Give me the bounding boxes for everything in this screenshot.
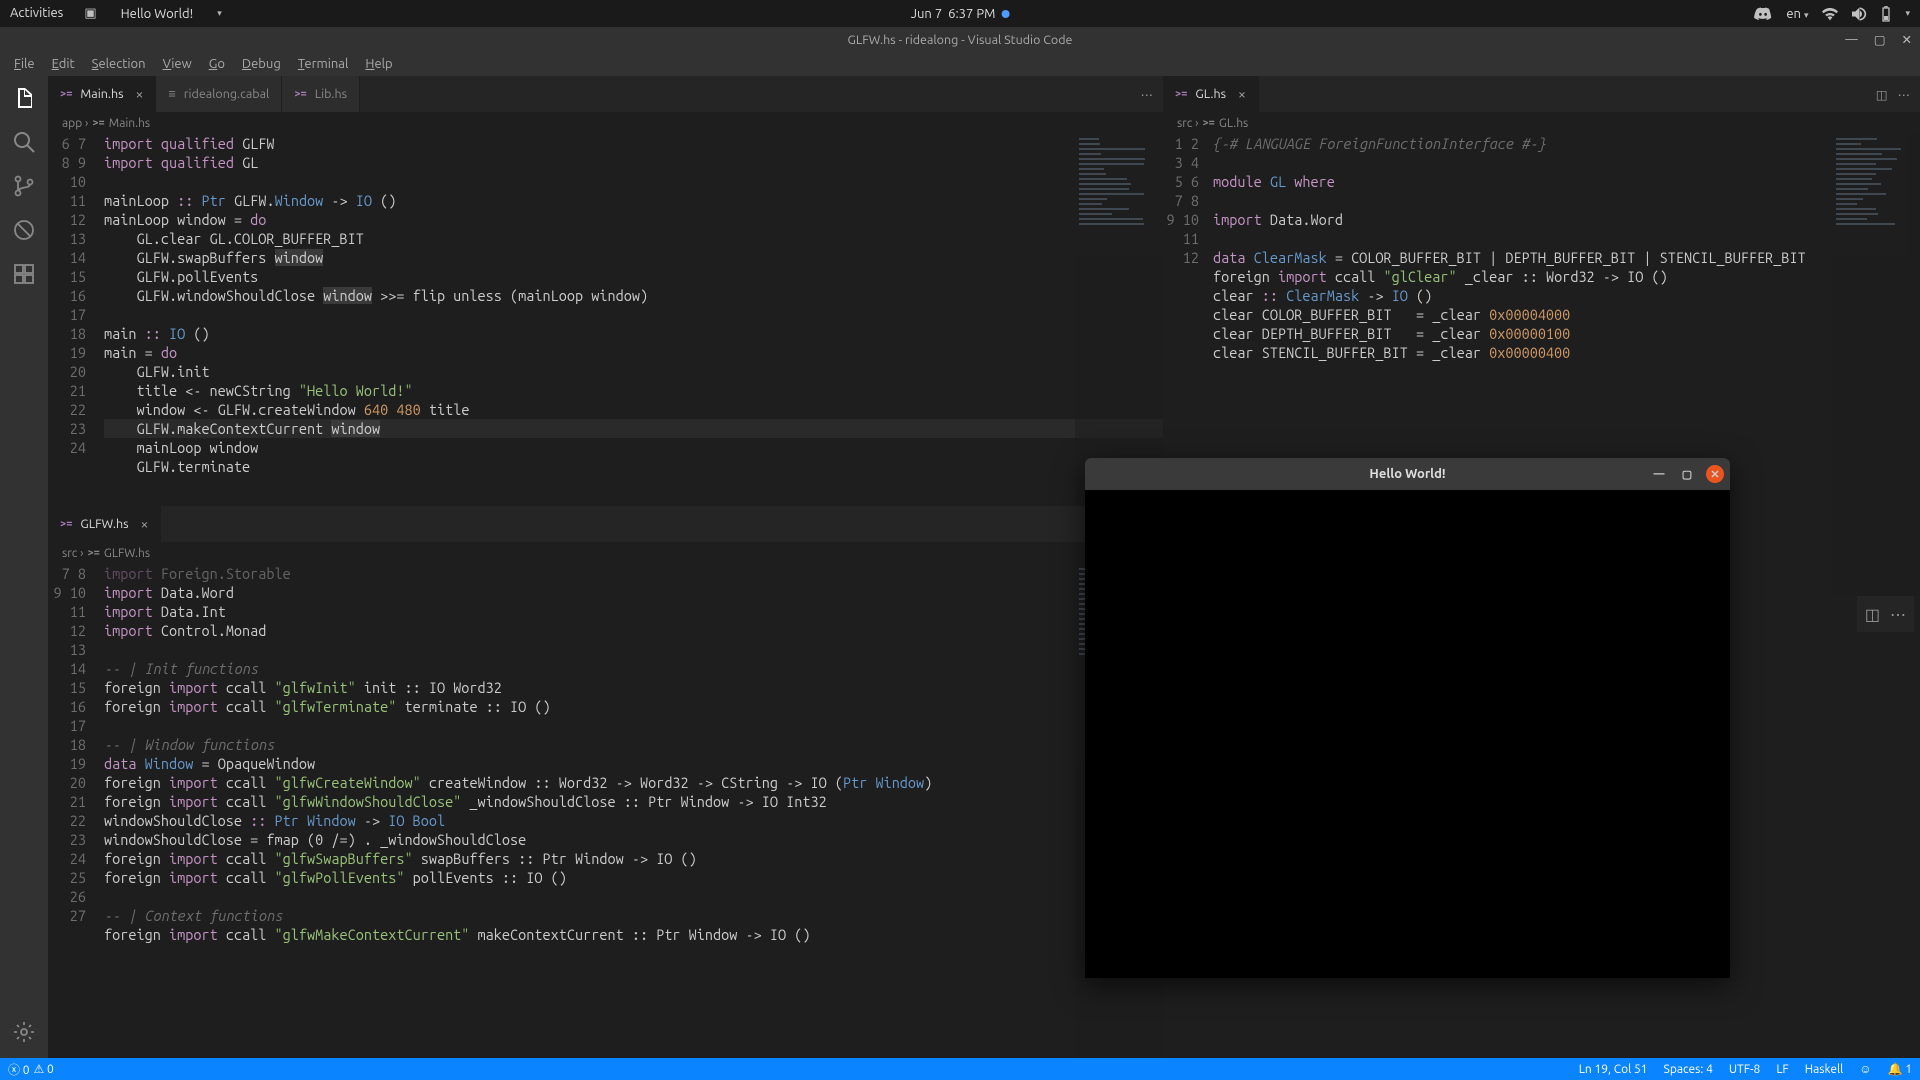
- split-editor-icon[interactable]: ◫: [1876, 87, 1888, 102]
- tab-bar: >=GL.hs× ◫ ⋯: [1163, 76, 1920, 112]
- line-gutter: 6 7 8 9 10 11 12 13 14 15 16 17 18 19 20…: [48, 134, 104, 506]
- output-window-title: Hello World!: [1369, 467, 1445, 481]
- more-actions-icon[interactable]: ⋯: [1898, 87, 1911, 102]
- toggle-layout-icon[interactable]: ◫: [1865, 605, 1880, 624]
- output-window-maximize[interactable]: ▢: [1678, 465, 1696, 483]
- output-window-close[interactable]: ✕: [1706, 465, 1724, 483]
- activity-search[interactable]: [12, 130, 36, 154]
- window-maximize-button[interactable]: ▢: [1874, 32, 1886, 47]
- status-bar: ⓧ 0 ⚠ 0 Ln 19, Col 51 Spaces: 4 UTF-8 LF…: [0, 1058, 1920, 1080]
- menu-debug[interactable]: Debug: [234, 55, 289, 73]
- status-bell[interactable]: 🔔 1: [1888, 1062, 1912, 1076]
- line-gutter: 7 8 9 10 11 12 13 14 15 16 17 18 19 20 2…: [48, 564, 104, 1058]
- status-eol[interactable]: LF: [1776, 1063, 1788, 1076]
- lang-label: en: [1786, 7, 1801, 21]
- active-app-menu[interactable]: ▣ Hello World! ▾: [84, 6, 239, 21]
- gear-icon: [12, 1020, 36, 1044]
- search-icon: [12, 130, 36, 154]
- activity-bar: [0, 76, 48, 1058]
- status-encoding[interactable]: UTF-8: [1729, 1063, 1760, 1076]
- extensions-icon: [12, 262, 36, 286]
- keyboard-lang-indicator[interactable]: en ▾: [1786, 7, 1808, 21]
- tab-main-hs[interactable]: >=Main.hs×: [48, 76, 156, 112]
- minimap[interactable]: [1075, 134, 1163, 506]
- more-actions-icon[interactable]: ⋯: [1890, 605, 1906, 624]
- status-spaces[interactable]: Spaces: 4: [1664, 1063, 1713, 1076]
- window-close-button[interactable]: ✕: [1902, 32, 1912, 47]
- date-label: Jun 7: [911, 7, 943, 21]
- output-window-titlebar[interactable]: Hello World! — ▢ ✕: [1085, 458, 1730, 490]
- menu-bar: FileEditSelectionViewGoDebugTerminalHelp: [0, 52, 1920, 76]
- activity-explorer[interactable]: [12, 86, 36, 110]
- output-window: Hello World! — ▢ ✕: [1085, 458, 1730, 978]
- activities-button[interactable]: Activities: [10, 6, 63, 20]
- window-minimize-button[interactable]: —: [1845, 32, 1857, 47]
- menu-view[interactable]: View: [155, 55, 200, 73]
- menu-help[interactable]: Help: [357, 55, 400, 73]
- status-feedback-icon[interactable]: ☺: [1859, 1062, 1871, 1076]
- minimap[interactable]: [1832, 134, 1920, 596]
- activity-extensions[interactable]: [12, 262, 36, 286]
- status-cursor[interactable]: Ln 19, Col 51: [1579, 1063, 1648, 1076]
- time-label: 6:37 PM: [948, 7, 995, 21]
- menu-go[interactable]: Go: [201, 55, 233, 73]
- bell-count: 1: [1905, 1063, 1912, 1076]
- activity-settings[interactable]: [12, 1020, 36, 1044]
- status-errors[interactable]: ⓧ 0: [8, 1061, 30, 1078]
- menu-terminal[interactable]: Terminal: [290, 55, 357, 73]
- tab-bar: >=Main.hs×≡ridealong.cabal>=Lib.hs ⋯: [48, 76, 1163, 112]
- warnings-count: 0: [47, 1063, 54, 1076]
- breadcrumbs[interactable]: src › >= GLFW.hs: [48, 542, 1163, 564]
- branch-icon: [12, 174, 36, 198]
- close-tab-icon[interactable]: ×: [136, 86, 144, 102]
- close-tab-icon[interactable]: ×: [141, 516, 149, 532]
- notification-dot-icon: [1001, 10, 1009, 18]
- code-editor[interactable]: 7 8 9 10 11 12 13 14 15 16 17 18 19 20 2…: [48, 564, 1163, 1058]
- activity-debug[interactable]: [12, 218, 36, 242]
- editor-group-top-left: >=Main.hs×≡ridealong.cabal>=Lib.hs ⋯ app ›…: [48, 76, 1163, 506]
- network-icon[interactable]: [1822, 7, 1838, 21]
- breadcrumbs[interactable]: app › >= Main.hs: [48, 112, 1163, 134]
- code-lines: import qualified GLFW import qualified G…: [104, 134, 1163, 506]
- activity-scm[interactable]: [12, 174, 36, 198]
- volume-icon[interactable]: [1852, 7, 1867, 21]
- tab-ridealong-cabal[interactable]: ≡ridealong.cabal: [156, 76, 282, 112]
- tab-bar: >=GLFW.hs×⋯: [48, 506, 1163, 542]
- active-app-label: Hello World!: [121, 7, 194, 21]
- tab-glfw-hs[interactable]: >=GLFW.hs×: [48, 506, 161, 542]
- editor-group-bottom-left: >=GLFW.hs×⋯src › >= GLFW.hs7 8 9 10 11 1…: [48, 506, 1163, 1058]
- code-editor[interactable]: 6 7 8 9 10 11 12 13 14 15 16 17 18 19 20…: [48, 134, 1163, 506]
- code-lines: import Foreign.Storable import Data.Word…: [104, 564, 1163, 1058]
- status-warnings[interactable]: ⚠ 0: [34, 1062, 54, 1076]
- files-icon: [12, 86, 36, 110]
- breadcrumbs[interactable]: src › >= GL.hs: [1163, 112, 1920, 134]
- status-language[interactable]: Haskell: [1805, 1063, 1844, 1076]
- menu-selection[interactable]: Selection: [84, 55, 154, 73]
- menu-file[interactable]: File: [6, 55, 43, 73]
- discord-tray-icon[interactable]: [1754, 7, 1772, 21]
- clock[interactable]: Jun 7 6:37 PM: [911, 7, 1010, 21]
- errors-count: 0: [23, 1064, 30, 1077]
- menu-edit[interactable]: Edit: [44, 55, 83, 73]
- app-icon: ▣: [84, 6, 96, 21]
- system-menu-chevron-icon[interactable]: ▾: [1905, 8, 1910, 19]
- vscode-title-bar: GLFW.hs - ridealong - Visual Studio Code…: [0, 27, 1920, 52]
- window-title: GLFW.hs - ridealong - Visual Studio Code: [848, 33, 1073, 47]
- output-window-minimize[interactable]: —: [1650, 465, 1668, 483]
- bug-icon: [12, 218, 36, 242]
- close-tab-icon[interactable]: ×: [1238, 86, 1246, 102]
- more-actions-icon[interactable]: ⋯: [1141, 87, 1154, 102]
- tab-lib-hs[interactable]: >=Lib.hs: [282, 76, 360, 112]
- battery-icon[interactable]: [1881, 6, 1891, 22]
- desktop-top-bar: Activities ▣ Hello World! ▾ Jun 7 6:37 P…: [0, 0, 1920, 27]
- tab-gl-hs[interactable]: >=GL.hs×: [1163, 76, 1259, 112]
